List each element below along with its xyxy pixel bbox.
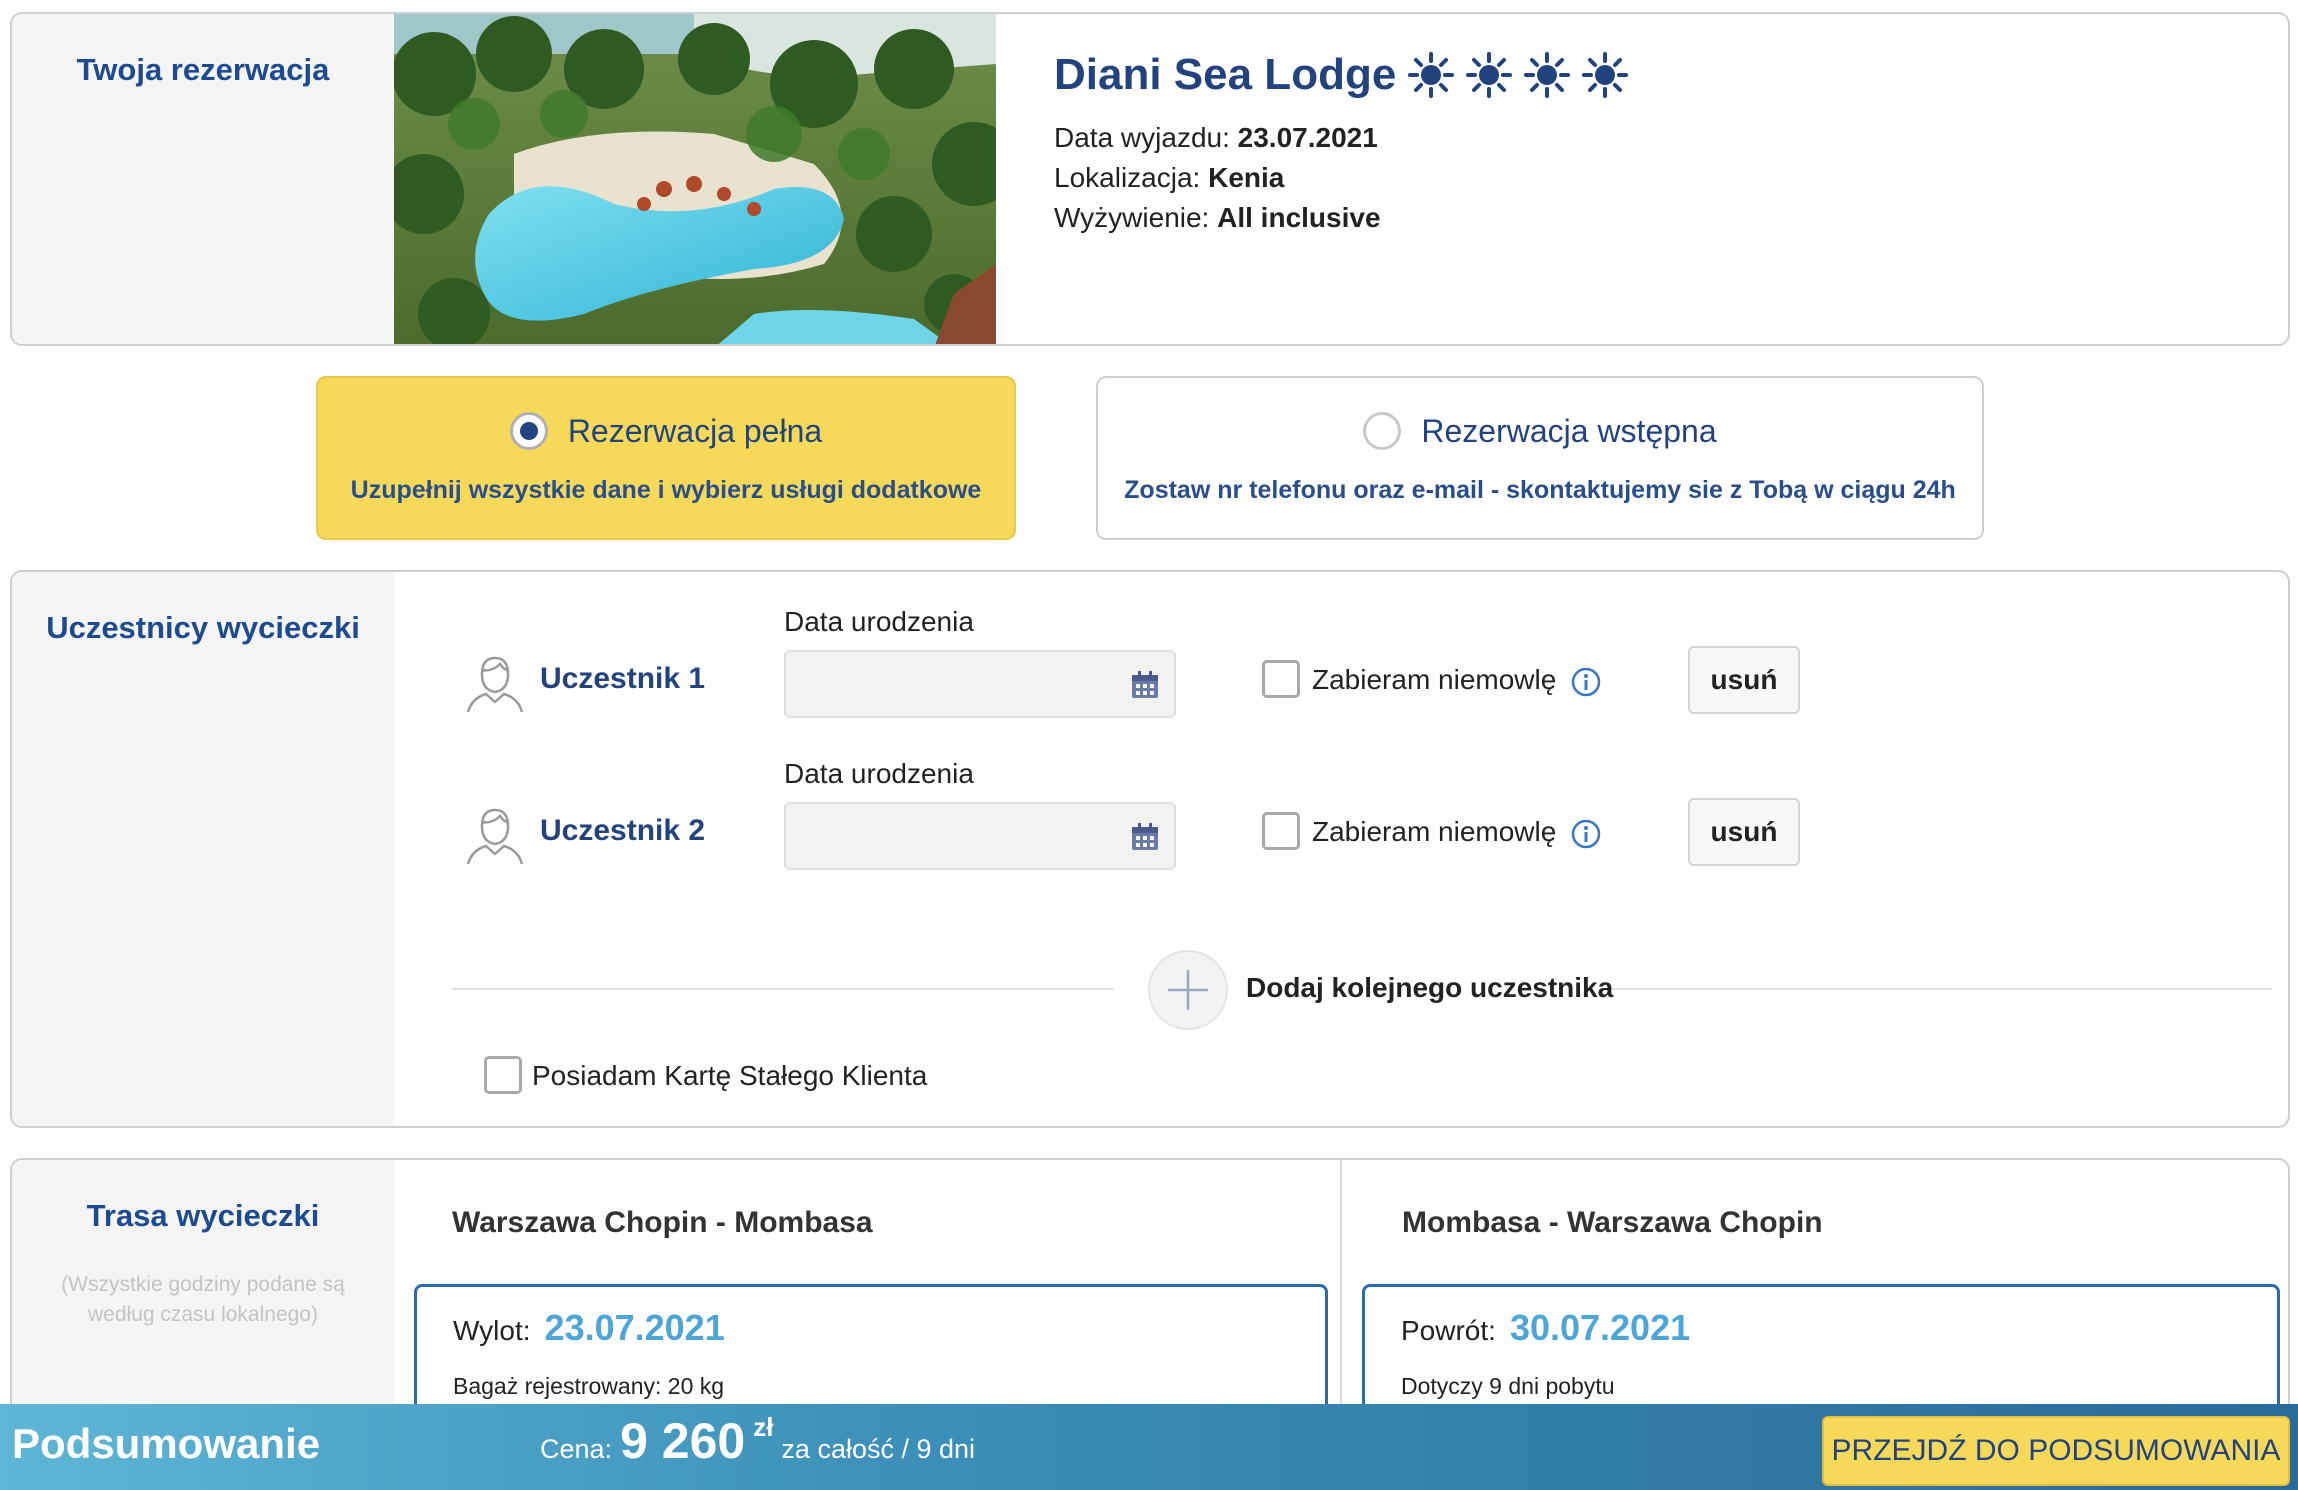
price-currency: zł: [753, 1412, 774, 1442]
calendar-icon[interactable]: [1130, 670, 1160, 700]
calendar-icon[interactable]: [1130, 822, 1160, 852]
price-description: za całość / 9 dni: [781, 1434, 976, 1464]
return-date: 30.07.2021: [1509, 1307, 1691, 1348]
board-value: All inclusive: [1217, 202, 1381, 233]
price-label: Cena:: [540, 1434, 613, 1464]
participant-2-name: Uczestnik 2: [540, 814, 706, 847]
option-full-subtitle: Uzupełnij wszystkie dane i wybierz usług…: [350, 476, 982, 504]
return-route-title: Mombasa - Warszawa Chopin: [1402, 1206, 1823, 1239]
outbound-label: Wylot:: [453, 1315, 531, 1346]
radio-selected-icon[interactable]: [509, 412, 548, 450]
participants-card: Uczestnicy wycieczki Uczestnik 1 Data ur…: [10, 570, 2290, 1128]
outbound-head: Wylot: 23.07.2021: [453, 1307, 725, 1349]
hotel-name-text: Diani Sea Lodge: [1054, 50, 1397, 99]
participants-title: Uczestnicy wycieczki: [46, 610, 360, 645]
return-note: Dotyczy 9 dni pobytu: [1401, 1373, 1615, 1399]
sun-icon: [1408, 52, 1455, 98]
departure-label: Data wyjazdu:: [1054, 122, 1230, 153]
participant-1-infant-checkbox[interactable]: [1262, 660, 1300, 698]
divider: [1610, 988, 2272, 990]
option-preliminary-reservation[interactable]: Rezerwacja wstępna Zostaw nr telefonu or…: [1096, 376, 1984, 540]
participant-2-infant-label: Zabieram niemowlę: [1312, 816, 1557, 847]
option-preliminary-label: Rezerwacja wstępna: [1421, 412, 1717, 449]
sun-icon: [1466, 52, 1513, 98]
board: Wyżywienie: All inclusive: [1054, 202, 1381, 234]
loyalty-card-label: Posiadam Kartę Stałego Klienta: [532, 1060, 928, 1091]
option-full-label: Rezerwacja pełna: [567, 412, 823, 449]
participant-2-birth-input[interactable]: [784, 802, 1176, 870]
add-participant-button[interactable]: [1148, 950, 1228, 1030]
hotel-photo: [394, 14, 996, 344]
participant-1-name: Uczestnik 1: [540, 662, 706, 695]
go-to-summary-button[interactable]: PRZEJDŹ DO PODSUMOWANIA: [1822, 1416, 2290, 1486]
departure-value: 23.07.2021: [1237, 122, 1378, 153]
option-preliminary-title: Rezerwacja wstępna: [1098, 412, 1982, 450]
sun-icon: [1524, 52, 1571, 98]
route-note: (Wszystkie godziny podane są według czas…: [61, 1273, 345, 1326]
option-full-reservation[interactable]: Rezerwacja pełna Uzupełnij wszystkie dan…: [316, 376, 1016, 540]
outbound-baggage: Bagaż rejestrowany: 20 kg: [453, 1373, 725, 1399]
loyalty-card-checkbox[interactable]: [484, 1056, 522, 1094]
info-icon[interactable]: [1570, 818, 1602, 850]
person-icon: [466, 808, 524, 865]
participant-2-remove-button[interactable]: usuń: [1688, 798, 1800, 866]
participant-1-birth-label: Data urodzenia: [784, 606, 974, 637]
divider: [452, 988, 1114, 990]
participant-2-infant-checkbox[interactable]: [1262, 812, 1300, 850]
location-label: Lokalizacja:: [1054, 162, 1201, 193]
summary-bar: Podsumowanie Cena: 9 260 zł za całość / …: [0, 1404, 2298, 1490]
participant-2-birth-label: Data urodzenia: [784, 758, 974, 789]
sun-icon: [1582, 52, 1629, 98]
person-icon: [466, 656, 524, 713]
outbound-date: 23.07.2021: [544, 1307, 725, 1348]
board-label: Wyżywienie:: [1054, 202, 1210, 233]
location: Lokalizacja: Kenia: [1054, 162, 1284, 194]
outbound-route-title: Warszawa Chopin - Mombasa: [452, 1206, 873, 1239]
add-participant-label[interactable]: Dodaj kolejnego uczestnika: [1246, 972, 1613, 1004]
return-head: Powrót: 30.07.2021: [1401, 1307, 1690, 1349]
hotel-name: Diani Sea Lodge: [1054, 50, 1629, 100]
option-preliminary-subtitle: Zostaw nr telefonu oraz e-mail - skontak…: [1124, 476, 1956, 504]
participant-1-birth-input[interactable]: [784, 650, 1176, 718]
departure-date: Data wyjazdu: 23.07.2021: [1054, 122, 1378, 154]
plus-icon: [1168, 970, 1208, 1010]
route-title: Trasa wycieczki: [86, 1198, 320, 1233]
price-value: 9 260: [620, 1413, 746, 1469]
participant-1-infant-label: Zabieram niemowlę: [1312, 664, 1557, 695]
option-full-title: Rezerwacja pełna: [318, 412, 1014, 450]
location-value: Kenia: [1208, 162, 1285, 193]
info-icon[interactable]: [1570, 666, 1602, 698]
reservation-sidebar: Twoja rezerwacja: [12, 14, 394, 344]
reservation-card: Twoja rezerwacja Diani Sea Lodge Data wy…: [10, 12, 2290, 346]
participant-1-remove-button[interactable]: usuń: [1688, 646, 1800, 714]
summary-title: Podsumowanie: [12, 1420, 321, 1467]
participants-sidebar: Uczestnicy wycieczki: [12, 572, 394, 1126]
radio-empty-icon[interactable]: [1363, 412, 1402, 450]
reservation-title: Twoja rezerwacja: [76, 52, 330, 87]
price-block: Cena: 9 260 zł za całość / 9 dni: [540, 1412, 975, 1470]
return-label: Powrót:: [1401, 1315, 1496, 1346]
